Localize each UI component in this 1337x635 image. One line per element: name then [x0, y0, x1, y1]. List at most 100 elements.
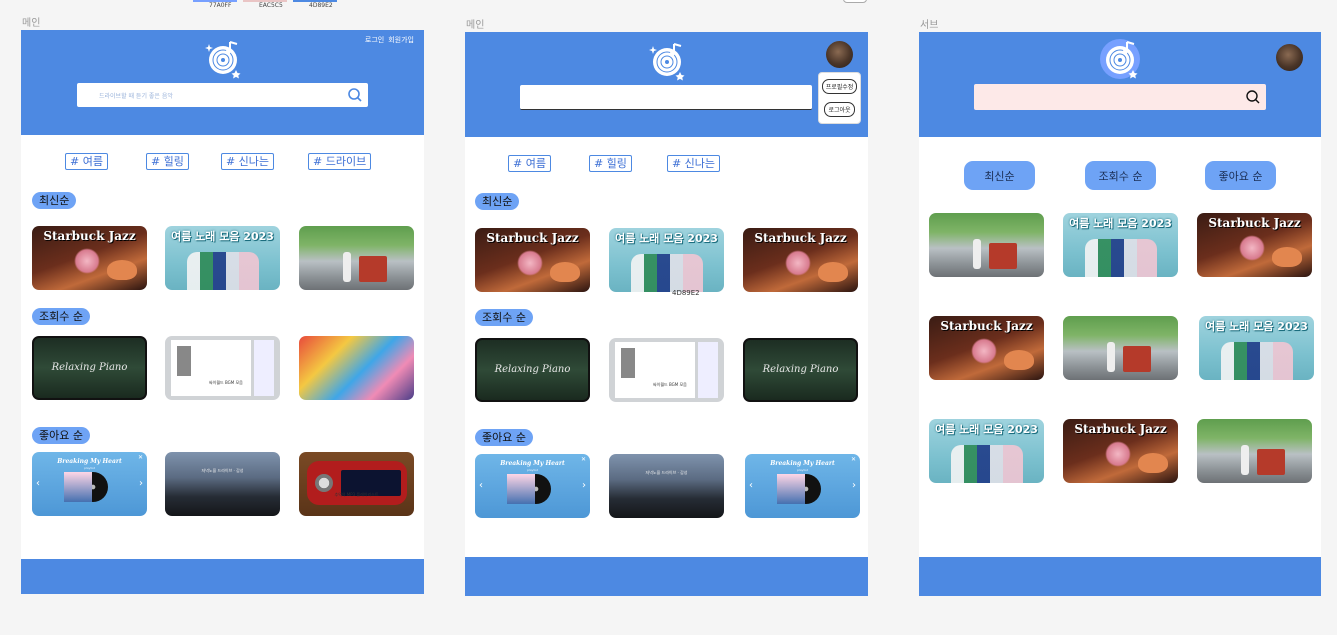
frame-label: 서브	[920, 20, 939, 31]
music-logo-icon[interactable]	[203, 38, 245, 80]
playlist-thumb-street[interactable]	[929, 213, 1044, 277]
thumb-caption: 싸이월드 BGM 모음	[653, 382, 687, 387]
tag-healing[interactable]: # 힐링	[145, 153, 189, 170]
playlist-thumb-summer[interactable]: 여름 노래 모음 2023	[165, 226, 280, 290]
search-bar[interactable]	[520, 85, 812, 110]
section-latest: 최신순	[475, 193, 520, 210]
thumb-subtitle: playlist	[84, 466, 95, 470]
thumb-title: Relaxing Piano	[51, 362, 128, 373]
playlist-thumb-sunset[interactable]: 저녁노을 드라이브 · 감성	[609, 454, 724, 518]
playlist-thumb-jazz[interactable]: Starbuck Jazz	[929, 316, 1044, 380]
playlist-thumb-jazz[interactable]: Starbuck Jazz	[32, 226, 147, 290]
search-input[interactable]: 드라이브할 때 듣기 좋은 음악	[77, 91, 346, 100]
search-bar[interactable]: 드라이브할 때 듣기 좋은 음악	[77, 83, 368, 107]
chevron-left-icon[interactable]: ‹	[36, 478, 40, 489]
playlist-thumb-breaking[interactable]: Breaking My Heart playlist ‹ › ✕	[32, 452, 147, 516]
search-icon[interactable]	[346, 86, 364, 104]
thumb-title: Relaxing Piano	[762, 364, 839, 375]
header: 프로필수정 로그아웃	[465, 32, 868, 137]
signup-link[interactable]: 회원가입	[388, 35, 414, 45]
playlist-thumb-jazz[interactable]: Starbuck Jazz	[743, 228, 858, 292]
section-likes: 좋아요 순	[32, 427, 90, 444]
playlist-thumb-piano[interactable]: Relaxing Piano	[475, 338, 590, 402]
thumb-title: Starbuck Jazz	[1208, 216, 1301, 230]
thumb-caption: 추억의 MP3 플레이리스트	[334, 492, 379, 497]
frame-sub: 최신순 조회수 순 좋아요 순 여름 노래 모음 2023 Starbuck J…	[919, 32, 1321, 596]
playlist-thumb-cyworld[interactable]: 싸이월드 BGM 모음	[165, 336, 280, 400]
thumb-title: 여름 노래 모음 2023	[615, 232, 718, 245]
logout-button[interactable]: 로그아웃	[824, 102, 855, 117]
playlist-thumb-summer[interactable]: 여름 노래 모음 2023	[609, 228, 724, 292]
close-icon[interactable]: ✕	[851, 456, 856, 463]
playlist-thumb-street[interactable]	[1197, 419, 1312, 483]
chevron-right-icon[interactable]: ›	[139, 478, 143, 489]
thumb-title: Starbuck Jazz	[940, 319, 1033, 333]
playlist-thumb-sunset[interactable]: 저녁노을 드라이브 · 감성	[165, 452, 280, 516]
music-logo-icon[interactable]	[1100, 38, 1142, 80]
thumb-title: 여름 노래 모음 2023	[1069, 217, 1172, 230]
edit-profile-button[interactable]: 프로필수정	[821, 79, 858, 94]
close-icon[interactable]: ✕	[138, 454, 143, 461]
chevron-left-icon[interactable]: ‹	[749, 480, 753, 491]
frame-label: 메인	[466, 20, 485, 31]
playlist-thumb-breaking[interactable]: Breaking My Heart playlist ‹ › ✕	[475, 454, 590, 518]
thumb-title: Breaking My Heart	[770, 460, 835, 467]
music-logo-icon[interactable]	[647, 40, 689, 82]
chevron-right-icon[interactable]: ›	[852, 480, 856, 491]
login-link[interactable]: 로그인	[365, 35, 384, 45]
tag-list: # 여름 # 힐링 # 신나는	[508, 155, 721, 172]
close-icon[interactable]: ✕	[581, 456, 586, 463]
auth-links: 로그인 회원가입	[365, 35, 414, 45]
playlist-thumb-jazz[interactable]: Starbuck Jazz	[475, 228, 590, 292]
thumb-caption: 저녁노을 드라이브 · 감성	[645, 470, 688, 475]
playlist-thumb-breaking[interactable]: Breaking My Heart playlist ‹ › ✕	[745, 454, 860, 518]
playlist-thumb-cyworld[interactable]: 싸이월드 BGM 모음	[609, 338, 724, 402]
swatch-label: 77A0FF	[209, 2, 232, 9]
swatch-pink: EAC5C5	[243, 0, 293, 10]
tag-exciting[interactable]: # 신나는	[220, 153, 275, 170]
color-tooltip: 4D89E2	[672, 289, 700, 297]
section-views: 조회수 순	[475, 309, 533, 326]
search-bar[interactable]	[974, 84, 1266, 110]
playlist-thumb-piano[interactable]: Relaxing Piano	[32, 336, 147, 400]
sort-views-button[interactable]: 조회수 순	[1085, 161, 1156, 190]
playlist-thumb-jazz[interactable]: Starbuck Jazz	[1063, 419, 1178, 483]
thumb-title: 여름 노래 모음 2023	[935, 423, 1038, 436]
footer	[21, 559, 424, 594]
playlist-thumb-summer[interactable]: 여름 노래 모음 2023	[1199, 316, 1314, 380]
footer	[919, 557, 1321, 596]
frame-label: 메인	[22, 18, 41, 29]
swatch-label: 4D89E2	[309, 2, 333, 9]
playlist-thumb-anime[interactable]	[299, 336, 414, 400]
section-latest: 최신순	[32, 192, 77, 209]
playlist-thumb-jazz[interactable]: Starbuck Jazz	[1197, 213, 1312, 277]
sort-likes-button[interactable]: 좋아요 순	[1205, 161, 1276, 190]
footer	[465, 557, 868, 596]
sort-latest-button[interactable]: 최신순	[964, 161, 1035, 190]
tag-summer[interactable]: # 여름	[508, 155, 551, 172]
chevron-left-icon[interactable]: ‹	[479, 480, 483, 491]
tag-drive[interactable]: # 드라이브	[308, 153, 372, 170]
chevron-right-icon[interactable]: ›	[582, 480, 586, 491]
playlist-thumb-street[interactable]	[299, 226, 414, 290]
playlist-thumb-radio[interactable]: 추억의 MP3 플레이리스트	[299, 452, 414, 516]
thumb-title: Breaking My Heart	[500, 460, 565, 467]
thumb-title: 여름 노래 모음 2023	[171, 230, 274, 243]
playlist-thumb-summer[interactable]: 여름 노래 모음 2023	[929, 419, 1044, 483]
avatar[interactable]	[826, 41, 853, 68]
tag-exciting[interactable]: # 신나는	[666, 155, 721, 172]
playlist-thumb-piano[interactable]: Relaxing Piano	[743, 338, 858, 402]
canvas-corner-button[interactable]	[843, 0, 867, 3]
thumb-title: Breaking My Heart	[57, 458, 122, 465]
thumb-caption: 저녁노을 드라이브 · 감성	[201, 468, 244, 473]
header	[919, 32, 1321, 137]
thumb-title: Starbuck Jazz	[486, 231, 579, 245]
avatar[interactable]	[1276, 44, 1303, 71]
playlist-thumb-summer[interactable]: 여름 노래 모음 2023	[1063, 213, 1178, 277]
profile-menu: 프로필수정 로그아웃	[818, 72, 861, 124]
playlist-thumb-street[interactable]	[1063, 316, 1178, 380]
tag-summer[interactable]: # 여름	[65, 153, 108, 170]
swatch-label: EAC5C5	[259, 2, 283, 9]
tag-healing[interactable]: # 힐링	[588, 155, 632, 172]
search-icon[interactable]	[1244, 88, 1262, 106]
